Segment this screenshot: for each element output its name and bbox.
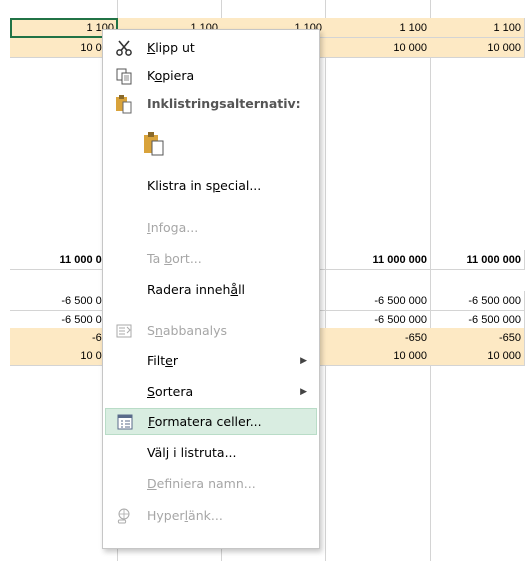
menu-item-hyperlink[interactable]: Hyperlänk... bbox=[105, 502, 317, 529]
sheet-cell[interactable]: 10 000 bbox=[325, 346, 431, 366]
sheet-cell[interactable]: -6 500 000 bbox=[430, 310, 525, 330]
scissors-icon bbox=[105, 39, 143, 57]
menu-item-label: Inklistringsalternativ: bbox=[147, 96, 301, 111]
sheet-cell[interactable]: 10 000 bbox=[430, 38, 525, 58]
format-cells-icon bbox=[106, 413, 144, 431]
hyperlink-icon bbox=[105, 507, 143, 525]
menu-item-copy[interactable]: Kopiera bbox=[105, 62, 317, 89]
menu-item-label: Radera innehåll bbox=[147, 282, 246, 297]
column-divider bbox=[325, 0, 326, 561]
quick-analysis-icon bbox=[105, 322, 143, 340]
menu-item-label: Klistra in special... bbox=[147, 178, 262, 193]
submenu-arrow-icon: ▶ bbox=[300, 355, 307, 366]
paste-icon bbox=[105, 131, 165, 157]
menu-item-label: Filter bbox=[147, 353, 178, 368]
menu-item-label: Klipp ut bbox=[147, 40, 195, 55]
menu-item-label: Sortera bbox=[147, 384, 194, 399]
clipboard-icon bbox=[105, 94, 143, 114]
menu-item-label: Snabbanalys bbox=[147, 323, 228, 338]
menu-item-label: Hyperlänk... bbox=[147, 508, 223, 523]
menu-item-insert[interactable]: Infoga... bbox=[105, 214, 317, 241]
submenu-arrow-icon: ▶ bbox=[300, 386, 307, 397]
sheet-cell[interactable]: 1 100 bbox=[325, 18, 431, 38]
menu-item-label: Definiera namn... bbox=[147, 476, 256, 491]
column-divider bbox=[430, 0, 431, 561]
menu-item-label: Infoga... bbox=[147, 220, 199, 235]
menu-item-clear-contents[interactable]: Radera innehåll bbox=[105, 276, 317, 303]
menu-item-pick-from-list[interactable]: Välj i listruta... bbox=[105, 439, 317, 466]
menu-item-delete[interactable]: Ta bort... bbox=[105, 245, 317, 272]
menu-item-quick-analysis[interactable]: Snabbanalys bbox=[105, 317, 317, 344]
sheet-cell[interactable]: 11 000 000 bbox=[325, 250, 431, 270]
sheet-cell[interactable]: -6 500 000 bbox=[325, 291, 431, 311]
sheet-cell[interactable]: -650 bbox=[325, 328, 431, 348]
menu-item-label: Kopiera bbox=[147, 68, 195, 83]
menu-item-label: Ta bort... bbox=[147, 251, 202, 266]
sheet-cell[interactable]: -650 bbox=[430, 328, 525, 348]
sheet-cell[interactable]: 1 100 bbox=[430, 18, 525, 38]
sheet-cell[interactable]: 11 000 000 bbox=[430, 250, 525, 270]
menu-item-filter[interactable]: Filter ▶ bbox=[105, 347, 317, 374]
menu-item-paste[interactable] bbox=[105, 126, 317, 162]
context-menu: Klipp ut Kopiera Inklistringsalternativ: Kl… bbox=[102, 29, 320, 549]
sheet-cell[interactable]: -6 500 000 bbox=[325, 310, 431, 330]
menu-item-label: Välj i listruta... bbox=[147, 445, 237, 460]
menu-item-paste-options-header: Inklistringsalternativ: bbox=[105, 90, 317, 117]
menu-item-cut[interactable]: Klipp ut bbox=[105, 34, 317, 61]
menu-item-paste-special[interactable]: Klistra in special... bbox=[105, 172, 317, 199]
sheet-cell[interactable]: -6 500 000 bbox=[430, 291, 525, 311]
menu-item-format-cells[interactable]: Formatera celler... bbox=[105, 408, 317, 435]
menu-item-define-name[interactable]: Definiera namn... bbox=[105, 470, 317, 497]
sheet-cell[interactable]: 10 000 bbox=[325, 38, 431, 58]
copy-icon bbox=[105, 67, 143, 85]
sheet-cell[interactable]: 10 000 bbox=[430, 346, 525, 366]
menu-item-sort[interactable]: Sortera ▶ bbox=[105, 378, 317, 405]
menu-item-label: Formatera celler... bbox=[148, 414, 262, 429]
